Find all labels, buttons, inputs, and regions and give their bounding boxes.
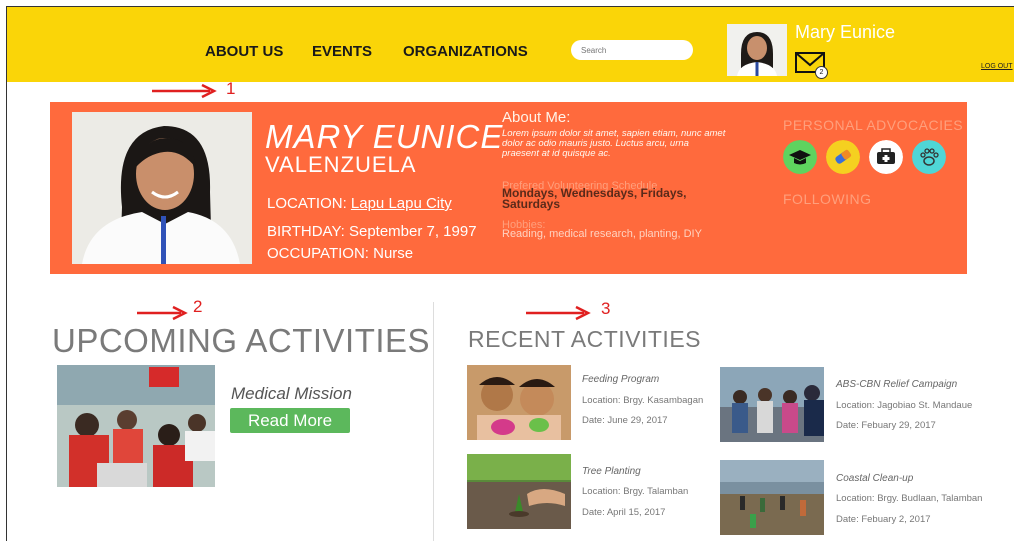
recent-activity-title[interactable]: Coastal Clean-up <box>836 473 913 484</box>
nav-events[interactable]: EVENTS <box>312 43 372 60</box>
recent-activity-date: Date: April 15, 2017 <box>582 507 666 518</box>
upcoming-activity-title[interactable]: Medical Mission <box>231 384 352 404</box>
annotation-arrow-2 <box>137 305 188 321</box>
medical-mission-image[interactable] <box>57 365 215 487</box>
header-user-name[interactable]: Mary Eunice <box>795 22 895 43</box>
profile-banner: MARY EUNICE VALENZUELA LOCATION: Lapu La… <box>50 102 967 274</box>
location-link[interactable]: Lapu Lapu City <box>351 195 452 212</box>
about-me-heading: About Me: <box>502 109 571 126</box>
medical-kit-icon[interactable] <box>869 140 903 174</box>
recent-activity-title[interactable]: Feeding Program <box>582 374 659 385</box>
schedule-value: Mondays, Wednesdays, Fridays, Saturdays <box>502 186 687 211</box>
upcoming-activities-title: UPCOMING ACTIVITIES <box>52 322 431 359</box>
recent-activity-date: Date: Febuary 2, 2017 <box>836 514 931 525</box>
nav-organizations[interactable]: ORGANIZATIONS <box>403 43 528 60</box>
nav-about-us[interactable]: ABOUT US <box>205 43 283 60</box>
advocacies-heading: PERSONAL ADVOCACIES <box>783 117 964 133</box>
recent-activity-title[interactable]: ABS-CBN Relief Campaign <box>836 379 957 390</box>
coastal-cleanup-image[interactable] <box>720 460 824 535</box>
profile-location: LOCATION: Lapu Lapu City <box>267 195 452 212</box>
recent-activity-location: Location: Brgy. Budlaan, Talamban <box>836 493 983 504</box>
following-heading: FOLLOWING <box>783 191 872 207</box>
profile-last-name: VALENZUELA <box>265 152 417 177</box>
read-more-button[interactable]: Read More <box>230 408 350 433</box>
section-divider <box>433 302 434 541</box>
top-navbar: ABOUT US EVENTS ORGANIZATIONS Mary Eunic… <box>7 7 1014 82</box>
feeding-program-image[interactable] <box>467 365 571 440</box>
recent-activity-location: Location: Brgy. Kasambagan <box>582 395 704 406</box>
annotation-number-2: 2 <box>193 297 203 316</box>
recent-activity-date: Date: Febuary 29, 2017 <box>836 420 936 431</box>
recent-activity-date: Date: June 29, 2017 <box>582 415 668 426</box>
annotation-arrow-1 <box>152 83 217 99</box>
profile-occupation: OCCUPATION: Nurse <box>267 245 414 262</box>
recent-activities-title: RECENT ACTIVITIES <box>468 326 702 352</box>
recent-activity-location: Location: Brgy. Talamban <box>582 486 689 497</box>
mail-count-badge: 2 <box>815 66 828 79</box>
animal-welfare-icon[interactable] <box>912 140 946 174</box>
annotation-number-3: 3 <box>601 299 611 318</box>
logout-link[interactable]: LOG OUT <box>981 63 1013 70</box>
about-me-text: Lorem ipsum dolor sit amet, sapien etiam… <box>502 128 726 159</box>
profile-first-name: MARY EUNICE <box>265 118 504 155</box>
annotation-number-1: 1 <box>226 79 236 98</box>
location-label: LOCATION: <box>267 195 351 212</box>
profile-photo <box>72 112 252 264</box>
recent-activity-location: Location: Jagobiao St. Mandaue <box>836 400 973 411</box>
relief-campaign-image[interactable] <box>720 367 824 442</box>
tree-planting-image[interactable] <box>467 454 571 529</box>
search-input[interactable] <box>571 40 693 60</box>
profile-birthday: BIRTHDAY: September 7, 1997 <box>267 223 477 240</box>
annotation-arrow-3 <box>526 305 591 321</box>
hobbies-value: Reading, medical research, planting, DIY <box>502 228 702 240</box>
page-frame: ABOUT US EVENTS ORGANIZATIONS Mary Eunic… <box>6 6 1014 541</box>
user-avatar[interactable] <box>727 24 787 76</box>
health-icon[interactable] <box>826 140 860 174</box>
recent-activity-title[interactable]: Tree Planting <box>582 466 641 477</box>
education-icon[interactable] <box>783 140 817 174</box>
